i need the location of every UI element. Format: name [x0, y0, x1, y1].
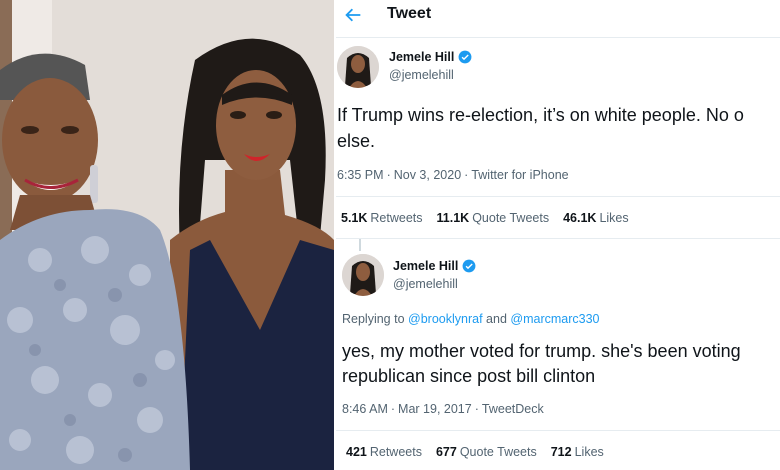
- quote-tweets-label: Quote Tweets: [472, 211, 550, 225]
- retweets-stat[interactable]: 421 Retweets: [346, 445, 422, 459]
- retweets-label: Retweets: [370, 211, 423, 225]
- verified-badge-icon: [458, 50, 472, 64]
- avatar[interactable]: [342, 254, 384, 296]
- tweet-source[interactable]: Twitter for iPhone: [471, 168, 568, 182]
- tweet-date[interactable]: Mar 19, 2017: [398, 402, 472, 416]
- author-name-row: Jemele Hill: [389, 50, 472, 64]
- tweet-text-line-2: republican since post bill clinton: [342, 366, 596, 386]
- tweet-source[interactable]: TweetDeck: [482, 402, 544, 416]
- meta-divider: [336, 196, 780, 197]
- meta-divider: [336, 430, 780, 431]
- avatar-photo-icon: [342, 254, 384, 296]
- quote-tweets-label: Quote Tweets: [459, 445, 537, 459]
- tweet-text-line-1: yes, my mother voted for trump. she's be…: [342, 341, 741, 361]
- engagement-stats: 5.1K Retweets 11.1K Quote Tweets 46.1K Like…: [341, 211, 629, 225]
- tweet-header: Tweet: [336, 0, 780, 30]
- quote-tweets-count: 11.1K: [436, 211, 470, 225]
- mention-link[interactable]: @brooklynraf: [408, 312, 483, 326]
- retweets-label: Retweets: [369, 445, 422, 459]
- retweets-count: 5.1K: [341, 211, 368, 225]
- tweet-date[interactable]: Nov 3, 2020: [394, 168, 461, 182]
- tweet-meta: 8:46 AM · Mar 19, 2017 · TweetDeck: [342, 402, 544, 416]
- thread-connector: [359, 239, 361, 251]
- quote-tweets-count: 677: [435, 445, 457, 459]
- replying-to: Replying to @brooklynraf and @marcmarc33…: [342, 312, 600, 326]
- tweet-time[interactable]: 8:46 AM: [342, 402, 388, 416]
- photo-panel: [0, 0, 334, 470]
- quote-tweets-stat[interactable]: 11.1K Quote Tweets: [437, 211, 550, 225]
- tweet-meta: 6:35 PM · Nov 3, 2020 · Twitter for iPhone: [337, 168, 569, 182]
- mention-link[interactable]: @marcmarc330: [510, 312, 599, 326]
- author-handle[interactable]: @jemelehill: [389, 68, 454, 82]
- likes-count: 712: [550, 445, 572, 459]
- likes-stat[interactable]: 712 Likes: [551, 445, 604, 459]
- author-name-row: Jemele Hill: [393, 259, 476, 273]
- author-name[interactable]: Jemele Hill: [389, 50, 454, 64]
- avatar-photo-icon: [337, 46, 379, 88]
- header-divider: [336, 37, 780, 38]
- retweets-stat[interactable]: 5.1K Retweets: [341, 211, 423, 225]
- two-women-photo-illustration: [0, 0, 334, 470]
- avatar[interactable]: [337, 46, 379, 88]
- likes-stat[interactable]: 46.1K Likes: [563, 211, 629, 225]
- quote-tweets-stat[interactable]: 677 Quote Tweets: [436, 445, 537, 459]
- back-arrow-icon[interactable]: [342, 4, 364, 26]
- engagement-stats: 421 Retweets 677 Quote Tweets 712 Likes: [346, 445, 604, 459]
- page-title: Tweet: [387, 5, 432, 22]
- likes-label: Likes: [599, 211, 629, 225]
- tweet-text-line-2: else.: [337, 131, 376, 151]
- author-name[interactable]: Jemele Hill: [393, 259, 458, 273]
- author-handle[interactable]: @jemelehill: [393, 277, 458, 291]
- verified-badge-icon: [462, 259, 476, 273]
- likes-count: 46.1K: [563, 211, 597, 225]
- tweet-text-line-1: If Trump wins re-election, it’s on white…: [337, 105, 744, 125]
- retweets-count: 421: [346, 445, 367, 459]
- replying-prefix: Replying to: [342, 312, 405, 326]
- likes-label: Likes: [574, 445, 604, 459]
- stats-divider: [336, 238, 780, 239]
- replying-and: and: [486, 312, 507, 326]
- tweet-panel: Tweet Jemele Hill @jemelehill If Trump w…: [336, 0, 780, 470]
- tweet-time[interactable]: 6:35 PM: [337, 168, 384, 182]
